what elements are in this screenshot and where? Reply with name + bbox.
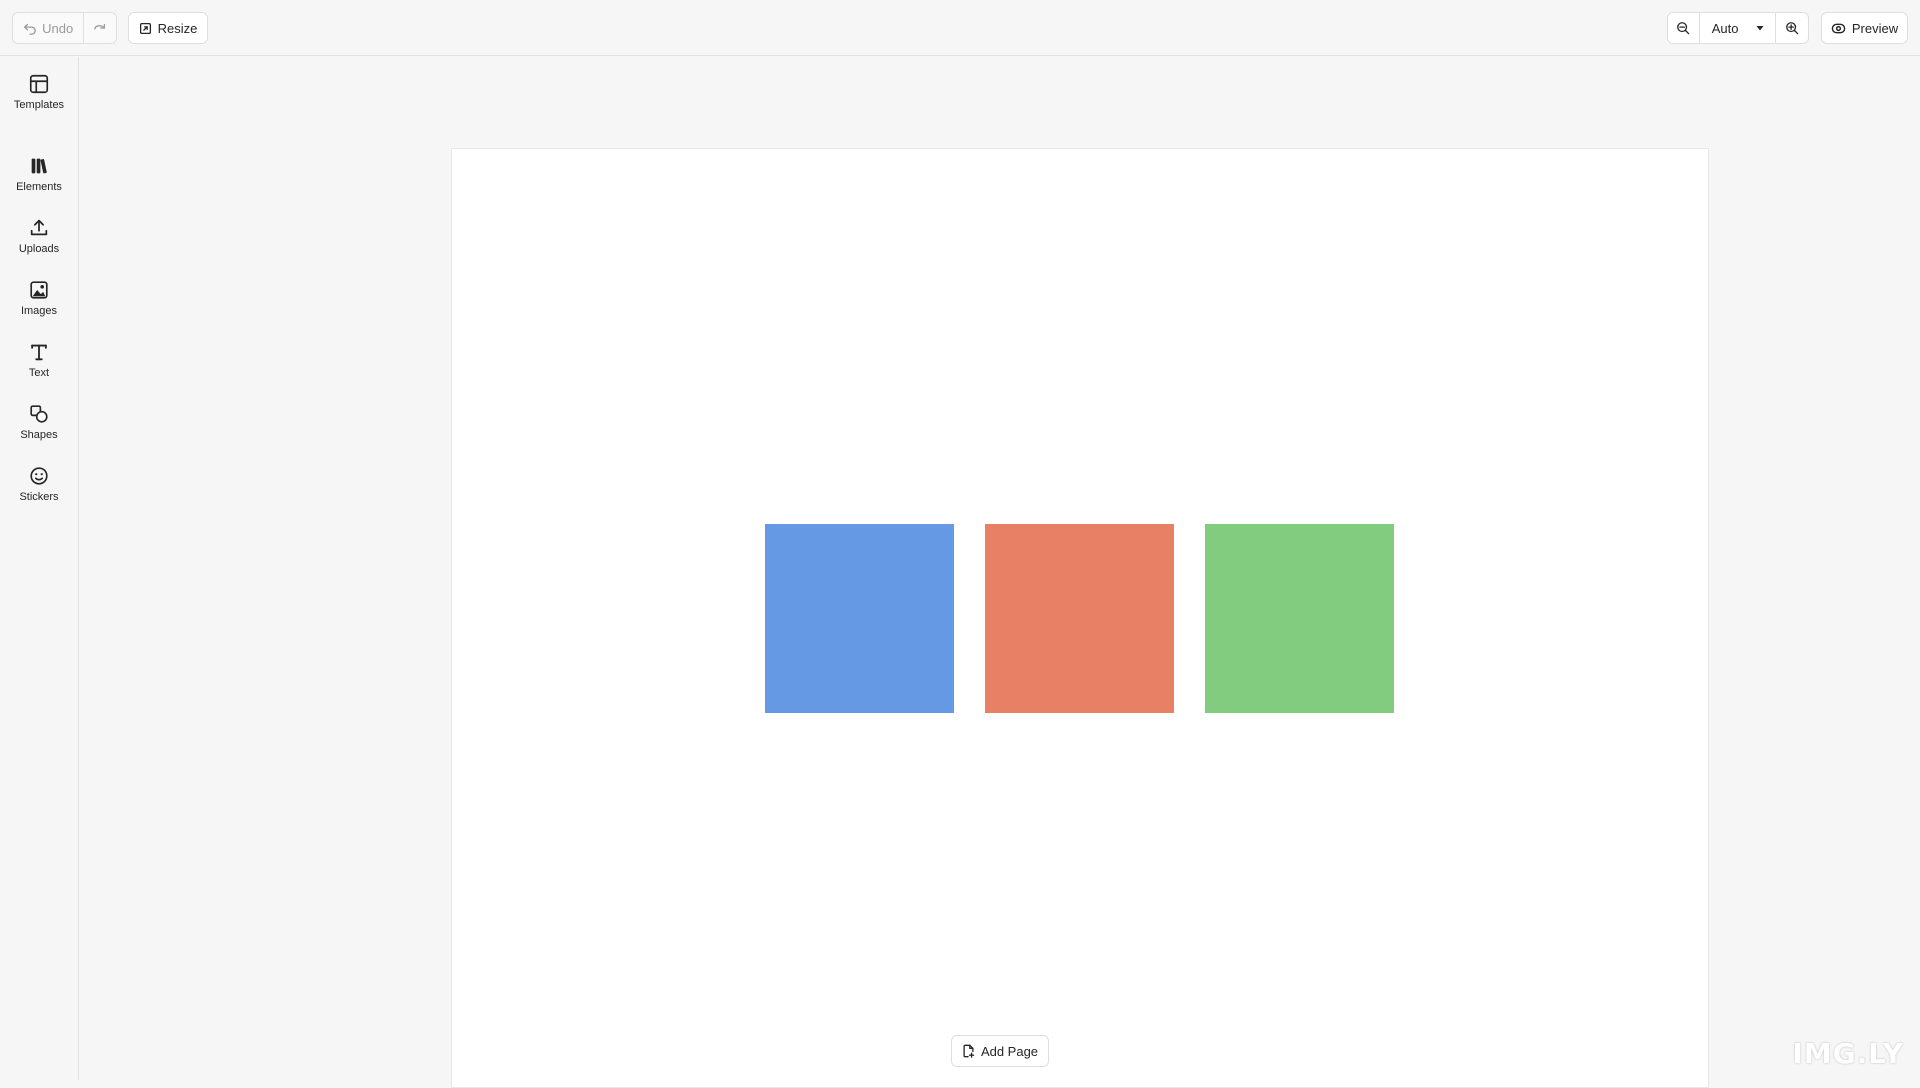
shapes-icon	[27, 402, 51, 426]
sidebar-item-label: Images	[21, 305, 57, 317]
zoom-out-button[interactable]	[1668, 13, 1700, 43]
sidebar-item-label: Shapes	[20, 429, 57, 441]
top-toolbar: Undo Resize Auto	[0, 0, 1920, 56]
chevron-down-icon	[1755, 23, 1765, 33]
history-controls: Undo	[12, 12, 117, 44]
redo-button[interactable]	[84, 13, 116, 43]
preview-button[interactable]: Preview	[1821, 12, 1908, 44]
zoom-level-select[interactable]: Auto	[1700, 13, 1777, 43]
sidebar-item-shapes[interactable]: Shapes	[0, 402, 78, 458]
elements-icon	[27, 154, 51, 178]
sidebar-item-templates[interactable]: Templates	[0, 72, 78, 128]
add-page-label: Add Page	[981, 1044, 1038, 1059]
sidebar-item-label: Uploads	[19, 243, 59, 255]
sidebar-item-stickers[interactable]: Stickers	[0, 464, 78, 520]
text-icon	[27, 340, 51, 364]
sidebar-item-label: Elements	[16, 181, 62, 193]
sidebar-item-label: Stickers	[19, 491, 58, 503]
green-square[interactable]	[1205, 524, 1394, 713]
image-icon	[27, 278, 51, 302]
undo-label: Undo	[42, 21, 73, 36]
upload-icon	[27, 216, 51, 240]
zoom-out-icon	[1676, 21, 1690, 35]
resize-button[interactable]: Resize	[128, 12, 208, 44]
sticker-icon	[27, 464, 51, 488]
watermark-logo: IMG.LY	[1792, 1037, 1904, 1070]
sidebar-item-images[interactable]: Images	[0, 278, 78, 334]
sidebar-item-label: Text	[29, 367, 49, 379]
preview-label: Preview	[1852, 21, 1898, 36]
redo-icon	[93, 21, 107, 35]
zoom-in-icon	[1785, 21, 1799, 35]
undo-button[interactable]: Undo	[13, 13, 84, 43]
sidebar-item-label: Templates	[14, 99, 64, 111]
zoom-level-value: Auto	[1712, 21, 1739, 36]
eye-icon	[1831, 21, 1846, 36]
resize-icon	[139, 22, 152, 35]
sidebar-item-text[interactable]: Text	[0, 340, 78, 396]
templates-icon	[27, 72, 51, 96]
sidebar-item-elements[interactable]: Elements	[0, 154, 78, 210]
canvas-area	[80, 57, 1920, 1080]
undo-icon	[23, 21, 37, 35]
sidebar-item-uploads[interactable]: Uploads	[0, 216, 78, 272]
resize-label: Resize	[158, 21, 198, 36]
blue-square[interactable]	[765, 524, 954, 713]
add-page-button[interactable]: Add Page	[951, 1035, 1049, 1067]
asset-sidebar: Templates Elements Uploads Image	[0, 57, 79, 1080]
design-page[interactable]	[451, 148, 1709, 1088]
zoom-in-button[interactable]	[1776, 13, 1808, 43]
zoom-controls: Auto	[1667, 12, 1809, 44]
orange-square[interactable]	[985, 524, 1174, 713]
add-page-icon	[962, 1044, 975, 1058]
